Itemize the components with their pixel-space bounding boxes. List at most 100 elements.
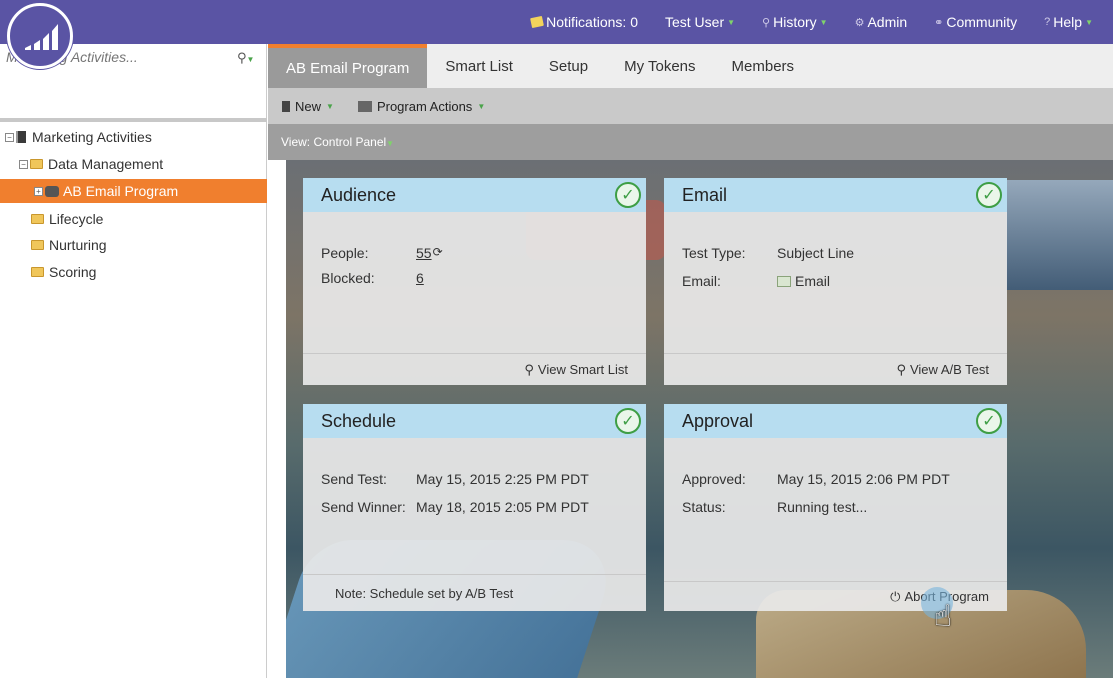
gear-icon: ⚙: [854, 16, 865, 29]
footer-label: View Smart List: [537, 362, 628, 377]
tree-item-nurturing[interactable]: Nurturing: [31, 233, 107, 257]
view-smart-list-button[interactable]: ⚲ View Smart List: [303, 353, 646, 385]
chevron-down-icon: ▼: [326, 101, 334, 111]
refresh-icon[interactable]: ⟳: [433, 245, 443, 261]
people-label: People:: [321, 245, 369, 261]
boat-shape: [1006, 180, 1113, 290]
chevron-down-icon: ▼: [819, 17, 828, 27]
send-winner-label: Send Winner:: [321, 499, 406, 515]
community-label: Community: [946, 14, 1018, 30]
approved-row: Approved: May 15, 2015 2:06 PM PDT: [682, 471, 950, 487]
help-label: Help: [1053, 14, 1083, 30]
tab-members[interactable]: Members: [714, 44, 813, 88]
send-test-label: Send Test:: [321, 471, 387, 487]
check-icon: ✓: [976, 182, 1002, 208]
expand-icon[interactable]: +: [34, 186, 43, 196]
collapse-icon[interactable]: −: [19, 159, 28, 169]
tab-my-tokens[interactable]: My Tokens: [606, 44, 713, 88]
sidebar-divider: [0, 118, 267, 122]
folder-icon: [31, 240, 44, 250]
tab-smart-list[interactable]: Smart List: [427, 44, 531, 88]
tree-item-label: Data Management: [48, 156, 164, 172]
tree-item-data-management[interactable]: − Data Management: [19, 152, 163, 176]
tab-setup[interactable]: Setup: [531, 44, 606, 88]
program-actions-label: Program Actions: [376, 98, 473, 114]
schedule-card: Schedule ✓ Send Test: May 15, 2015 2:25 …: [303, 404, 646, 611]
help-icon: ?: [1044, 16, 1051, 28]
view-bar: [268, 124, 1113, 160]
chevron-down-icon: ▼: [477, 101, 486, 111]
tree-item-label: Scoring: [49, 264, 97, 280]
email-link[interactable]: Email: [777, 273, 830, 289]
status-value: Running test...: [777, 499, 868, 515]
new-label: New: [295, 98, 322, 114]
tree-item-marketing-activities[interactable]: − Marketing Activities: [5, 125, 152, 149]
card-title: Approval: [682, 410, 754, 431]
search-icon: ⚲: [896, 361, 906, 377]
notifications-link[interactable]: Notifications: 0: [530, 14, 638, 30]
tree-item-label: Lifecycle: [49, 211, 104, 227]
send-winner-value: May 18, 2015 2:05 PM PDT: [416, 499, 589, 515]
email-value: Email: [795, 273, 831, 289]
help-menu[interactable]: ? Help ▼: [1044, 14, 1093, 30]
card-header: Approval ✓: [664, 404, 1007, 438]
book-icon: [16, 131, 26, 143]
program-actions-button[interactable]: Program Actions ▼: [357, 98, 486, 114]
check-icon: ✓: [615, 408, 641, 434]
tree-item-lifecycle[interactable]: Lifecycle: [31, 207, 103, 231]
logo-icon: [25, 24, 58, 50]
footer-label: View A/B Test: [909, 362, 989, 377]
admin-link[interactable]: ⚙ Admin: [855, 14, 908, 30]
notification-icon: [530, 15, 545, 29]
history-label: History: [773, 14, 817, 30]
hand-cursor-icon: ☝: [934, 600, 953, 633]
user-menu[interactable]: Test User ▼: [665, 14, 735, 30]
card-title: Schedule: [321, 410, 397, 431]
tree-item-label: Marketing Activities: [32, 129, 152, 145]
view-selector[interactable]: View: Control Panel▼: [281, 135, 394, 149]
folder-icon: [31, 267, 44, 277]
blocked-count-link[interactable]: 6: [416, 270, 424, 286]
abort-program-button[interactable]: ⏻ Abort Program: [664, 581, 1007, 611]
program-icon: [45, 185, 59, 197]
card-header: Audience ✓: [303, 178, 646, 212]
view-ab-test-button[interactable]: ⚲ View A/B Test: [664, 353, 1007, 385]
email-card: Email ✓ Test Type: Subject Line Email: E…: [664, 178, 1007, 385]
status-row: Status: Running test...: [682, 499, 867, 515]
user-label: Test User: [664, 14, 725, 30]
approved-label: Approved:: [682, 471, 746, 487]
approved-value: May 15, 2015 2:06 PM PDT: [777, 471, 950, 487]
test-type-row: Test Type: Subject Line: [682, 245, 854, 261]
collapse-icon[interactable]: −: [5, 132, 14, 142]
chevron-down-icon: ▼: [1085, 17, 1093, 27]
send-test-row: Send Test: May 15, 2015 2:25 PM PDT: [321, 471, 589, 487]
approval-card: Approval ✓ Approved: May 15, 2015 2:06 P…: [664, 404, 1007, 611]
tab-bar: AB Email Program Smart List Setup My Tok…: [268, 44, 1113, 88]
tree-item-scoring[interactable]: Scoring: [31, 260, 96, 284]
chevron-down-icon: ▼: [386, 139, 395, 148]
folder-icon: [30, 159, 43, 169]
tree-item-ab-email-program[interactable]: + AB Email Program: [0, 179, 267, 203]
admin-label: Admin: [867, 14, 908, 30]
logo[interactable]: [7, 3, 73, 69]
tab-ab-email-program[interactable]: AB Email Program: [268, 44, 428, 88]
folder-icon: [31, 214, 44, 224]
people-count-link[interactable]: 55: [416, 245, 432, 261]
email-icon: [777, 276, 791, 287]
view-label: View: Control Panel: [281, 135, 387, 149]
email-row: Email: Email: [682, 273, 830, 289]
abort-icon: ⏻: [890, 588, 901, 604]
new-button[interactable]: New ▼: [282, 99, 334, 114]
audience-card: Audience ✓ People: 55 ⟳ Blocked: 6 ⚲ Vie…: [303, 178, 646, 385]
test-type-label: Test Type:: [682, 245, 746, 261]
toolbar: New ▼ Program Actions ▼: [268, 88, 1113, 124]
chevron-down-icon: ▼: [727, 17, 736, 27]
send-winner-row: Send Winner: May 18, 2015 2:05 PM PDT: [321, 499, 589, 515]
history-menu[interactable]: ⚲ History ▼: [762, 14, 828, 30]
community-icon: ⚭: [934, 16, 944, 29]
community-link[interactable]: ⚭ Community: [934, 14, 1017, 30]
filter-icon[interactable]: ⚲▼: [237, 50, 254, 66]
footer-label: Note: Schedule set by A/B Test: [335, 585, 514, 601]
test-type-value: Subject Line: [777, 245, 855, 261]
program-actions-icon: [357, 100, 372, 112]
